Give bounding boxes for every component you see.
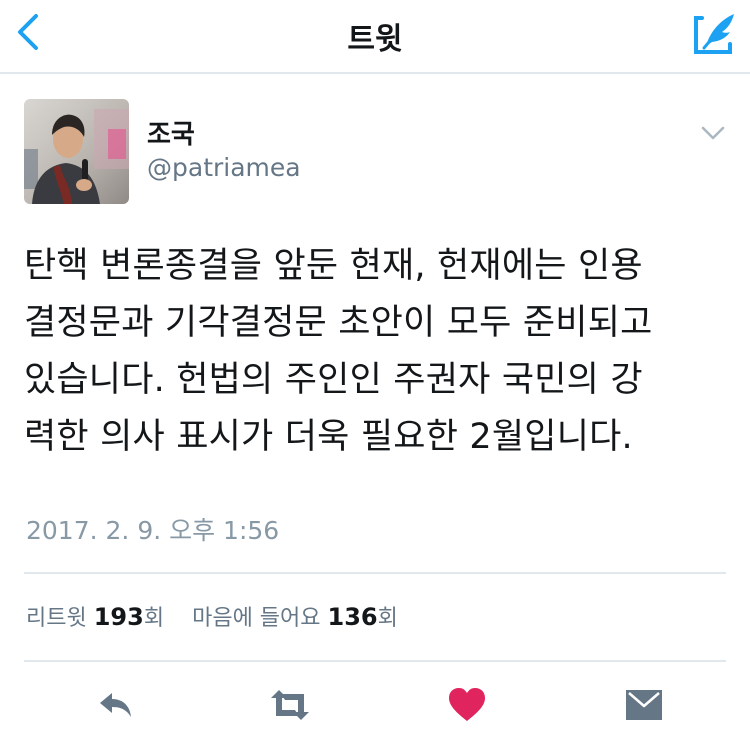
- author-display-name[interactable]: 조국: [147, 114, 195, 151]
- like-unit: 회: [377, 606, 398, 631]
- reply-button[interactable]: [92, 683, 140, 727]
- retweet-label: 리트윗: [26, 606, 87, 631]
- retweet-stat[interactable]: 리트윗 193회: [26, 603, 165, 631]
- more-options-button[interactable]: [698, 122, 728, 144]
- like-stat[interactable]: 마음에 들어요 136회: [192, 603, 398, 631]
- retweet-icon: [271, 690, 309, 720]
- divider: [24, 572, 726, 574]
- author-handle[interactable]: @patriamea: [147, 153, 301, 182]
- heart-icon: [449, 688, 485, 721]
- like-label: 마음에 들어요: [192, 606, 321, 631]
- page-title: 트윗: [347, 22, 403, 57]
- retweet-unit: 회: [143, 606, 165, 631]
- direct-message-button[interactable]: [620, 683, 668, 727]
- tweet-text: 탄핵 변론종결을 앞둔 현재, 헌재에는 인용 결정문과 기각결정문 초안이 모…: [24, 238, 729, 466]
- tweet-timestamp[interactable]: 2017. 2. 9. 오후 1:56: [26, 511, 279, 547]
- tweet-line: 있습니다. 헌법의 주인인 주권자 국민의 강: [24, 360, 643, 400]
- retweet-button[interactable]: [266, 683, 314, 727]
- tweet-line: 결정문과 기각결정문 초안이 모두 준비되고: [24, 303, 653, 343]
- compose-button[interactable]: [692, 10, 738, 56]
- direct-message-icon: [626, 690, 662, 720]
- tweet-stats: 리트윗 193회 마음에 들어요 136회: [26, 600, 398, 632]
- like-count: 136: [327, 603, 378, 631]
- tweet-line: 탄핵 변론종결을 앞둔 현재, 헌재에는 인용: [24, 246, 643, 286]
- reply-icon: [100, 693, 131, 717]
- like-button[interactable]: [443, 683, 491, 727]
- divider: [24, 660, 726, 662]
- compose-tweet-icon: [694, 14, 734, 54]
- navigation-bar: 트윗: [0, 0, 750, 74]
- chevron-down-icon: [701, 126, 725, 140]
- tweet-line: 력한 의사 표시가 더욱 필요한 2월입니다.: [24, 417, 633, 457]
- retweet-count: 193: [93, 603, 144, 631]
- avatar[interactable]: [24, 99, 129, 204]
